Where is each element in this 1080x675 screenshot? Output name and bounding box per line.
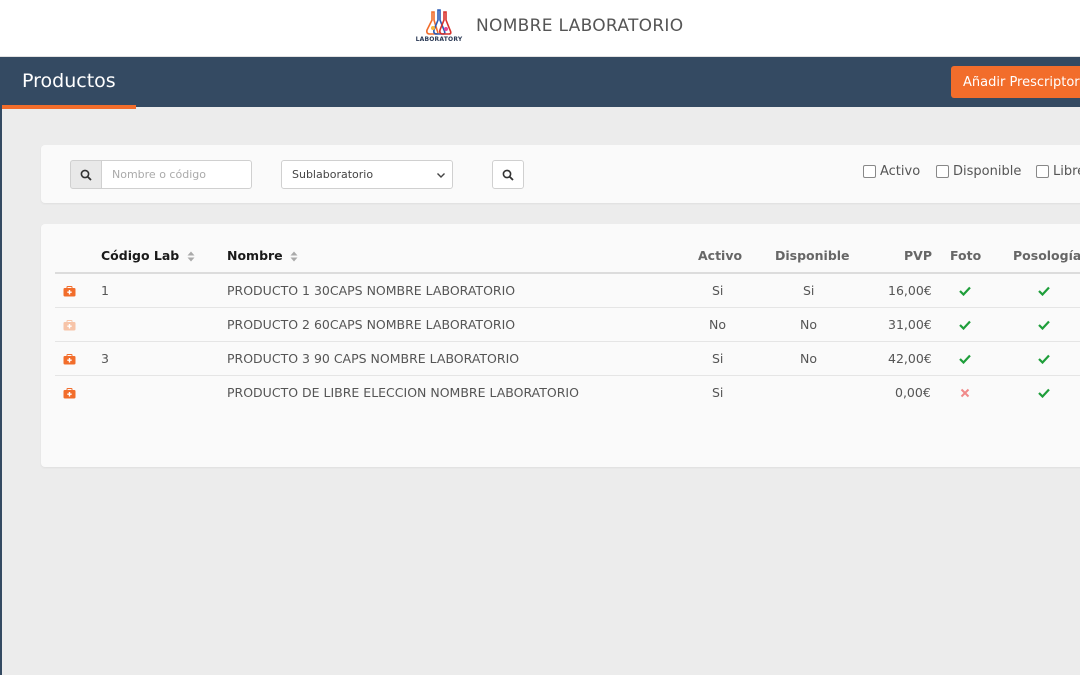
search-input[interactable] bbox=[101, 160, 252, 189]
left-edge-divider bbox=[0, 57, 2, 675]
add-prescriber-button[interactable]: Añadir Prescriptor bbox=[951, 66, 1080, 98]
row-nombre: PRODUCTO 2 60CAPS NOMBRE LABORATORIO bbox=[227, 317, 516, 332]
checkbox-disponible[interactable]: Disponible bbox=[936, 164, 1021, 179]
row-nombre: PRODUCTO 1 30CAPS NOMBRE LABORATORIO bbox=[227, 283, 516, 298]
search-icon bbox=[502, 169, 514, 181]
checkbox-libre-label: Libre bbox=[1053, 164, 1080, 179]
checkbox-libre[interactable]: Libre bbox=[1036, 164, 1080, 179]
sort-icon bbox=[290, 251, 298, 262]
lab-name: NOMBRE LABORATORIO bbox=[476, 16, 684, 36]
table-row[interactable]: 3 PRODUCTO 3 90 CAPS NOMBRE LABORATORIO … bbox=[55, 342, 1080, 376]
sublaboratorio-select[interactable]: Sublaboratorio bbox=[281, 160, 453, 189]
checkbox-libre-box[interactable] bbox=[1036, 165, 1049, 178]
row-disponible: No bbox=[800, 351, 817, 366]
row-codigo: 1 bbox=[101, 283, 109, 298]
title-bar bbox=[0, 57, 1080, 107]
page-title: Productos bbox=[22, 70, 116, 92]
check-icon bbox=[1038, 354, 1050, 364]
column-header-nombre-label: Nombre bbox=[227, 248, 283, 263]
row-activo: Si bbox=[712, 385, 724, 400]
search-button[interactable] bbox=[492, 160, 524, 189]
flask-logo-icon bbox=[426, 9, 452, 35]
column-header-codigo[interactable]: Código Lab bbox=[101, 248, 195, 263]
search-icon bbox=[80, 169, 92, 181]
column-header-activo: Activo bbox=[698, 248, 743, 263]
table-row[interactable]: PRODUCTO 2 60CAPS NOMBRE LABORATORIO No … bbox=[55, 308, 1080, 342]
row-pvp: 16,00€ bbox=[888, 283, 932, 298]
checkbox-activo-label: Activo bbox=[880, 164, 921, 179]
row-disponible: No bbox=[800, 317, 817, 332]
table-row[interactable]: 1 PRODUCTO 1 30CAPS NOMBRE LABORATORIO S… bbox=[55, 274, 1080, 308]
medkit-icon[interactable] bbox=[63, 388, 76, 399]
search-addon bbox=[70, 160, 102, 189]
check-icon bbox=[959, 286, 971, 296]
checkbox-disponible-box[interactable] bbox=[936, 165, 949, 178]
medkit-icon[interactable] bbox=[63, 354, 76, 365]
row-activo: Si bbox=[712, 351, 724, 366]
row-nombre: PRODUCTO 3 90 CAPS NOMBRE LABORATORIO bbox=[227, 351, 520, 366]
medkit-icon[interactable] bbox=[63, 286, 76, 297]
check-icon bbox=[1038, 388, 1050, 398]
cross-icon bbox=[960, 388, 970, 398]
checkbox-disponible-label: Disponible bbox=[953, 164, 1022, 179]
column-header-foto: Foto bbox=[950, 248, 982, 263]
chevron-down-icon bbox=[437, 173, 445, 178]
check-icon bbox=[959, 354, 971, 364]
row-activo: No bbox=[709, 317, 726, 332]
sublaboratorio-select-value: Sublaboratorio bbox=[292, 168, 374, 181]
column-header-pvp: PVP bbox=[904, 248, 932, 263]
row-pvp: 0,00€ bbox=[895, 385, 931, 400]
active-tab-underline bbox=[2, 105, 136, 109]
column-header-nombre[interactable]: Nombre bbox=[227, 248, 298, 263]
column-header-disponible: Disponible bbox=[775, 248, 850, 263]
column-header-codigo-label: Código Lab bbox=[101, 248, 180, 263]
row-activo: Si bbox=[712, 283, 724, 298]
row-nombre: PRODUCTO DE LIBRE ELECCION NOMBRE LABORA… bbox=[227, 385, 579, 400]
row-pvp: 42,00€ bbox=[888, 351, 932, 366]
medkit-icon[interactable] bbox=[63, 320, 76, 331]
top-header: LABORATORY NOMBRE LABORATORIO bbox=[0, 0, 1080, 57]
table-row[interactable]: PRODUCTO DE LIBRE ELECCION NOMBRE LABORA… bbox=[55, 376, 1080, 410]
row-codigo: 3 bbox=[101, 351, 109, 366]
laboratory-logo: LABORATORY bbox=[410, 8, 468, 48]
row-disponible: Si bbox=[803, 283, 815, 298]
logo-text: LABORATORY bbox=[415, 36, 463, 43]
checkbox-activo-box[interactable] bbox=[863, 165, 876, 178]
checkbox-activo[interactable]: Activo bbox=[863, 164, 920, 179]
check-icon bbox=[959, 320, 971, 330]
check-icon bbox=[1038, 320, 1050, 330]
check-icon bbox=[1038, 286, 1050, 296]
column-header-posologia: Posología bbox=[1013, 248, 1080, 263]
sort-icon bbox=[187, 251, 195, 262]
row-pvp: 31,00€ bbox=[888, 317, 932, 332]
